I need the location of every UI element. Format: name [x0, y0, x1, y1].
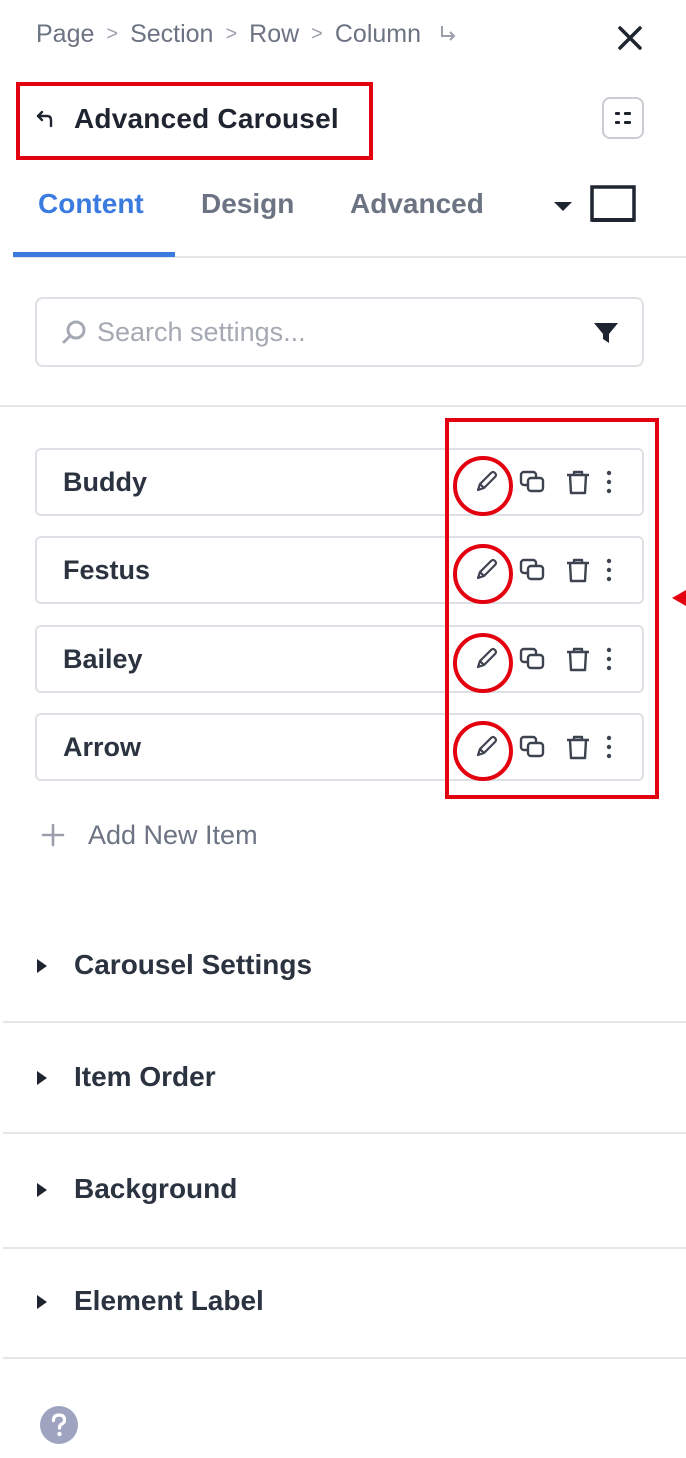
options-button[interactable]	[602, 97, 644, 139]
caret-right-icon	[37, 959, 47, 973]
tab-design[interactable]: Design	[201, 188, 294, 220]
section-divider	[3, 1247, 686, 1249]
section-item-order[interactable]: Item Order	[0, 1027, 686, 1127]
plus-icon	[41, 823, 65, 847]
desktop-icon[interactable]	[590, 185, 636, 225]
caret-right-icon	[37, 1071, 47, 1085]
breadcrumb-row[interactable]: Row	[249, 20, 299, 49]
section-divider	[3, 1021, 686, 1023]
breadcrumb-separator: >	[106, 22, 119, 45]
actions-annotation-box	[445, 418, 659, 799]
close-button[interactable]	[610, 18, 650, 58]
section-element-label[interactable]: Element Label	[0, 1251, 686, 1351]
filter-icon[interactable]	[592, 319, 620, 347]
breadcrumb-separator: >	[225, 22, 238, 45]
caret-right-icon	[37, 1295, 47, 1309]
section-divider	[0, 405, 686, 407]
annotation-arrow-icon	[672, 590, 686, 606]
tab-advanced[interactable]: Advanced	[350, 188, 484, 220]
section-label: Carousel Settings	[74, 949, 313, 980]
item-label: Bailey	[63, 643, 143, 674]
item-label: Buddy	[63, 466, 147, 497]
breadcrumb-separator: >	[311, 22, 323, 45]
active-tab-indicator	[13, 252, 175, 257]
search-box	[35, 297, 644, 367]
breadcrumb-page[interactable]: Page	[36, 20, 94, 49]
child-arrow-icon	[441, 26, 456, 41]
breadcrumb-column[interactable]: Column	[335, 20, 421, 49]
caret-down-icon[interactable]	[550, 196, 576, 216]
section-background[interactable]: Background	[0, 1139, 686, 1239]
caret-right-icon	[37, 1183, 47, 1197]
help-icon[interactable]	[39, 1405, 79, 1445]
item-label: Arrow	[63, 731, 142, 762]
options-icon	[615, 112, 631, 124]
tab-bar: Content Design Advanced	[0, 178, 686, 258]
tab-content[interactable]: Content	[38, 188, 144, 220]
search-icon	[62, 320, 86, 344]
breadcrumb-section[interactable]: Section	[130, 20, 213, 49]
section-divider	[3, 1132, 686, 1134]
add-new-item-button[interactable]: Add New Item	[40, 812, 258, 858]
close-icon	[618, 26, 642, 50]
section-label: Element Label	[74, 1285, 264, 1316]
search-input[interactable]	[97, 316, 567, 348]
title-annotation-box	[16, 82, 373, 160]
section-label: Background	[74, 1173, 238, 1204]
section-divider	[3, 1357, 686, 1359]
section-carousel-settings[interactable]: Carousel Settings	[0, 915, 686, 1015]
section-label: Item Order	[74, 1061, 216, 1092]
breadcrumb: Page > Section > Row > Column	[36, 14, 459, 54]
item-label: Festus	[63, 554, 151, 585]
add-new-item-label: Add New Item	[88, 819, 258, 850]
